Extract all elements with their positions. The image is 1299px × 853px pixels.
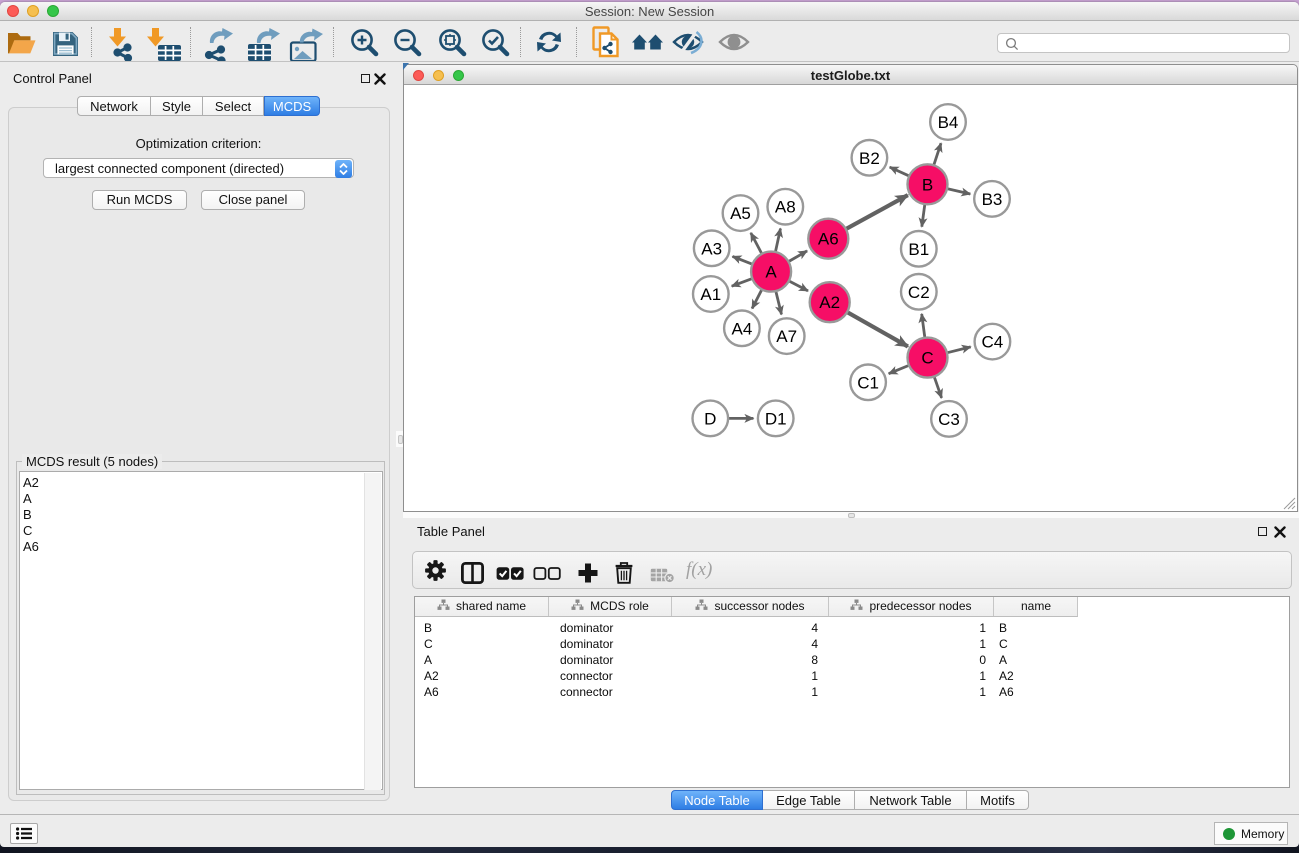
- svg-text:A3: A3: [701, 239, 722, 258]
- svg-text:B3: B3: [982, 190, 1003, 209]
- svg-text:B4: B4: [938, 113, 959, 132]
- svg-text:A2: A2: [819, 293, 840, 312]
- svg-text:A6: A6: [818, 230, 839, 249]
- svg-text:C3: C3: [938, 410, 960, 429]
- svg-text:C: C: [921, 349, 933, 368]
- svg-text:C1: C1: [857, 373, 879, 392]
- svg-text:B2: B2: [859, 149, 880, 168]
- svg-text:A5: A5: [730, 204, 751, 223]
- svg-text:C2: C2: [908, 283, 930, 302]
- svg-text:A: A: [765, 263, 777, 282]
- svg-text:A7: A7: [776, 327, 797, 346]
- svg-text:A4: A4: [732, 319, 753, 338]
- svg-text:D: D: [704, 409, 716, 428]
- svg-text:B: B: [922, 175, 933, 194]
- svg-text:A8: A8: [775, 198, 796, 217]
- svg-text:C4: C4: [982, 333, 1004, 352]
- svg-text:B1: B1: [908, 240, 929, 259]
- svg-text:A1: A1: [700, 285, 721, 304]
- svg-text:D1: D1: [765, 409, 787, 428]
